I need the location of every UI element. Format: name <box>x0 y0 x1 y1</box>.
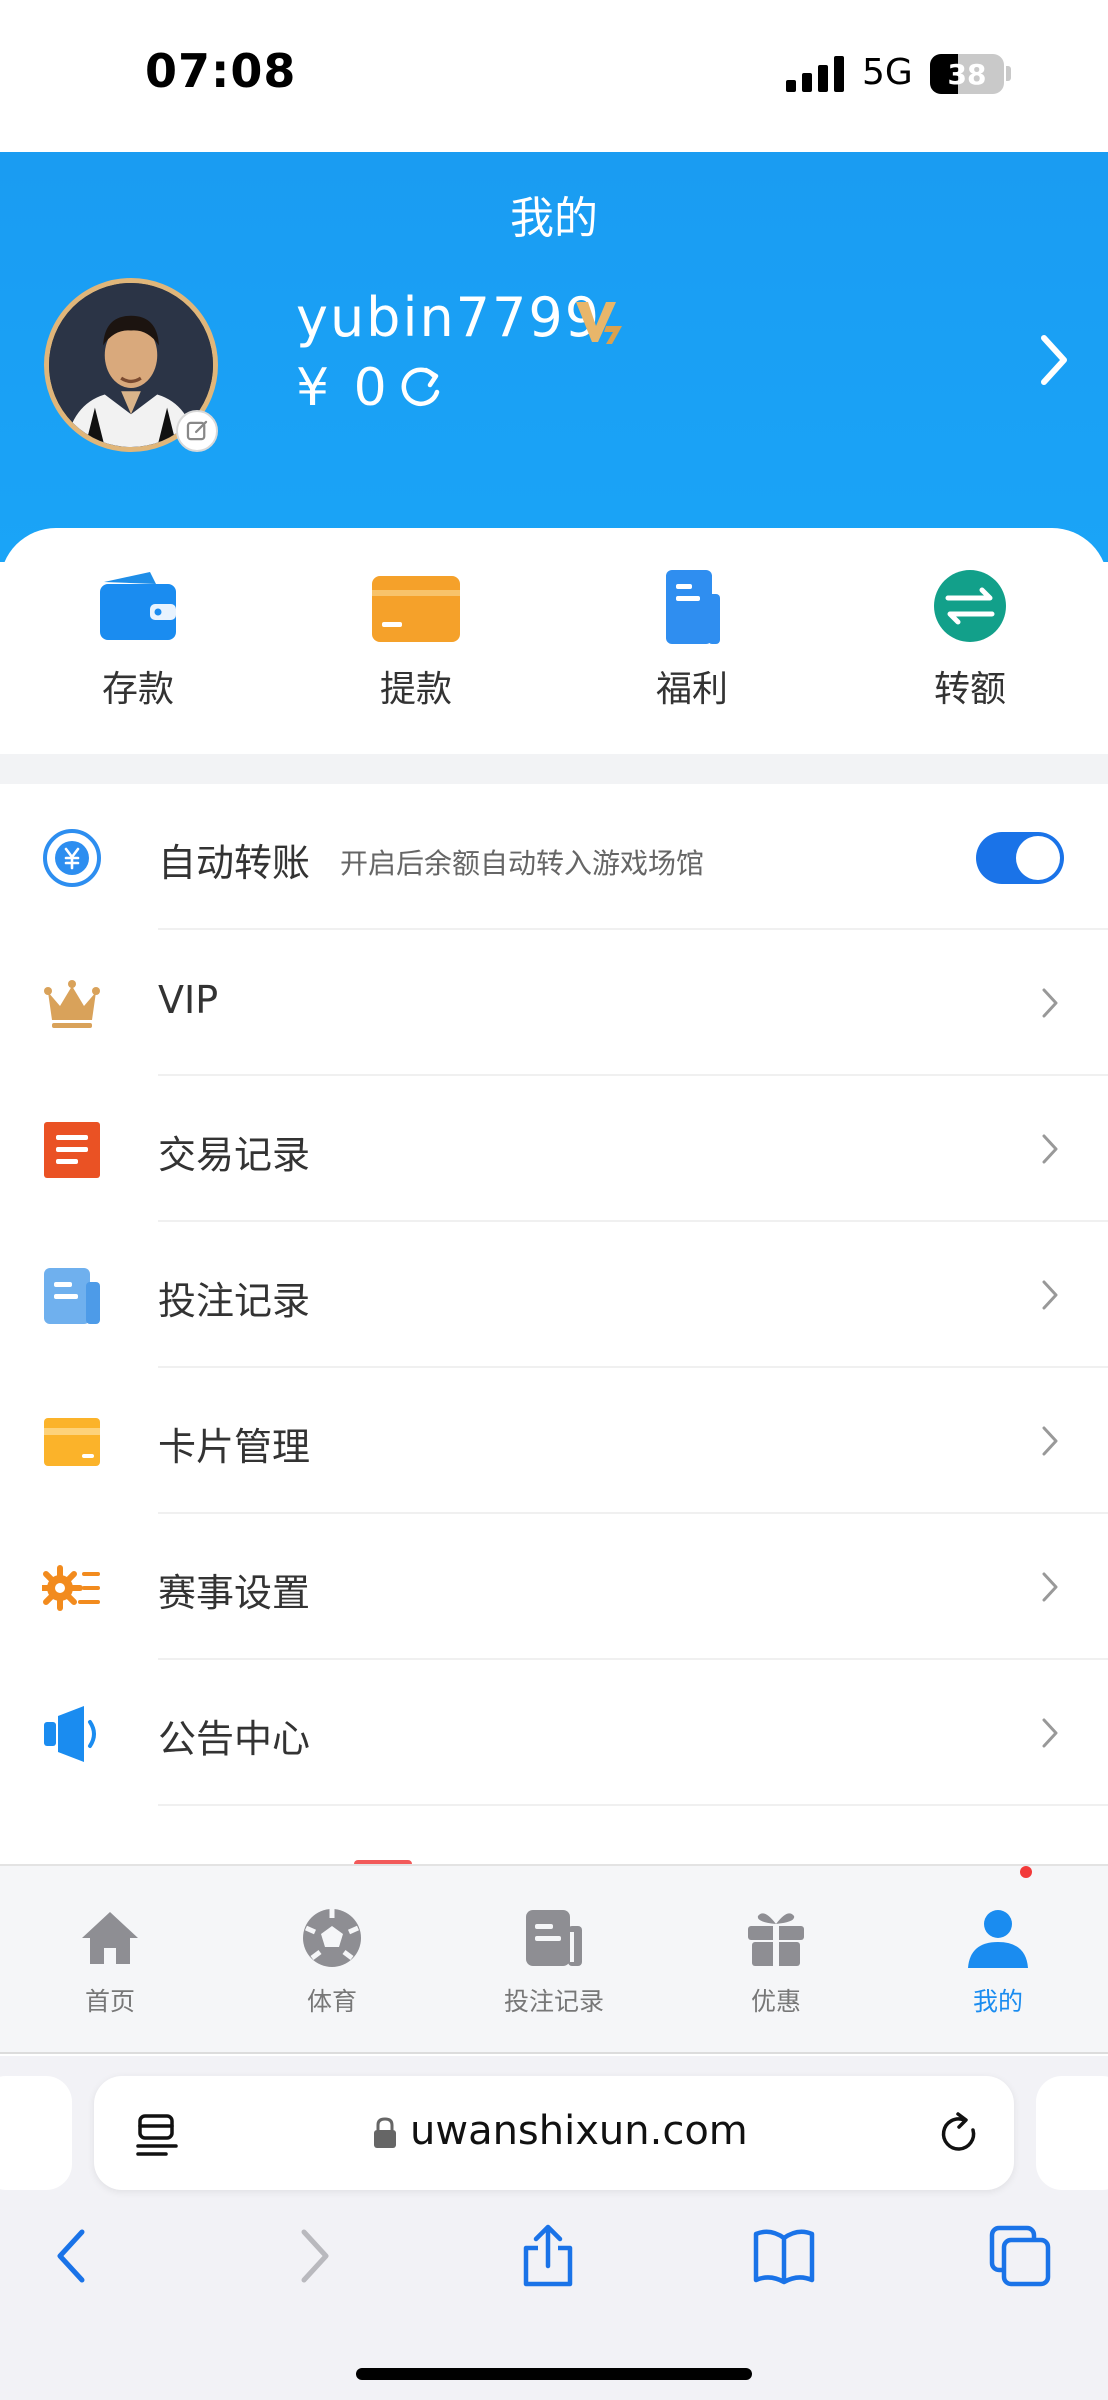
book-icon <box>753 2229 815 2285</box>
chevron-right-icon <box>1042 1718 1058 1748</box>
battery-icon: 38 <box>930 54 1004 94</box>
home-indicator <box>356 2368 752 2380</box>
page-title: 我的 <box>510 193 598 244</box>
card-icon <box>368 568 464 648</box>
menu-row-bet-records[interactable]: 投注记录 <box>0 1222 1108 1368</box>
tab-home[interactable]: 首页 <box>20 1906 200 2026</box>
bottom-tab-bar: 首页 体育 投注记录 优惠 我的 <box>0 1864 1108 2054</box>
auto-transfer-label: 自动转账 <box>158 841 311 885</box>
chevron-right-icon <box>301 2229 329 2283</box>
share-button[interactable] <box>516 2224 580 2288</box>
tab-bet-records[interactable]: 投注记录 <box>464 1906 644 2026</box>
status-time: 07:08 <box>145 44 297 98</box>
bet-records-label: 投注记录 <box>158 1279 311 1323</box>
announcements-label: 公告中心 <box>158 1717 311 1761</box>
settings-gear-icon <box>42 1558 102 1618</box>
tab-sports-label: 体育 <box>306 1987 357 2016</box>
profile-detail-chevron-icon[interactable] <box>1036 332 1072 388</box>
tabs-button[interactable] <box>988 2224 1052 2288</box>
menu-row-transactions[interactable]: 交易记录 <box>0 1076 1108 1222</box>
bet-record-icon <box>42 1266 102 1326</box>
deposit-label: 存款 <box>101 669 174 710</box>
auto-transfer-yuan-icon <box>42 828 102 888</box>
row-divider <box>158 1804 1108 1806</box>
user-icon <box>966 1906 1030 1970</box>
withdraw-label: 提款 <box>379 669 452 710</box>
document-icon <box>644 568 740 648</box>
browser-toolbar: uwanshixun.com <box>0 2056 1108 2400</box>
transaction-list-icon <box>42 1120 102 1180</box>
page-menu-icon[interactable] <box>136 2112 178 2158</box>
reload-icon[interactable] <box>936 2110 982 2158</box>
forward-button[interactable] <box>280 2224 344 2288</box>
soccer-ball-icon <box>300 1906 364 1970</box>
card-management-label: 卡片管理 <box>158 1425 311 1469</box>
tab-promotions-label: 优惠 <box>750 1987 801 2016</box>
menu-row-card-management[interactable]: 卡片管理 <box>0 1368 1108 1514</box>
toggle-knob <box>1016 836 1060 880</box>
home-icon <box>78 1906 142 1970</box>
edit-avatar-icon[interactable] <box>176 410 218 452</box>
status-bar: 07:08 5G 38 <box>0 0 1108 152</box>
tab-bet-records-label: 投注记录 <box>503 1987 604 2016</box>
transfer-icon <box>922 568 1018 648</box>
network-type: 5G <box>862 52 913 93</box>
welfare-label: 福利 <box>655 669 728 710</box>
section-divider <box>0 754 1108 784</box>
previous-tab-preview[interactable] <box>0 2076 72 2190</box>
refresh-balance-icon[interactable] <box>394 362 446 414</box>
chevron-right-icon <box>1042 1280 1058 1310</box>
tabs-icon <box>989 2225 1051 2287</box>
transactions-label: 交易记录 <box>158 1133 311 1177</box>
back-button[interactable] <box>42 2224 106 2288</box>
bet-slip-icon <box>522 1906 586 1970</box>
gift-icon <box>744 1906 808 1970</box>
url-text[interactable]: uwanshixun.com <box>410 2108 748 2154</box>
match-settings-label: 赛事设置 <box>158 1571 311 1615</box>
tab-mine[interactable]: 我的 <box>908 1906 1088 2026</box>
auto-transfer-toggle[interactable] <box>976 832 1064 884</box>
chevron-right-icon <box>1042 1426 1058 1456</box>
tab-home-label: 首页 <box>84 1987 135 2016</box>
tab-mine-label: 我的 <box>972 1987 1023 2016</box>
vip-level-badge-icon <box>576 302 622 344</box>
lock-icon <box>374 2117 396 2148</box>
menu-row-match-settings[interactable]: 赛事设置 <box>0 1514 1108 1660</box>
deposit-button[interactable]: 存款 <box>38 568 238 728</box>
withdraw-button[interactable]: 提款 <box>316 568 516 728</box>
tab-sports[interactable]: 体育 <box>242 1906 422 2026</box>
balance: ¥ 0 <box>296 358 391 418</box>
battery-tip <box>1006 66 1011 81</box>
menu-row-auto-transfer: 自动转账 开启后余额自动转入游戏场馆 <box>0 784 1108 930</box>
share-icon <box>523 2224 573 2287</box>
next-tab-preview[interactable] <box>1036 2076 1108 2190</box>
address-bar[interactable]: uwanshixun.com <box>94 2076 1014 2190</box>
transfer-label: 转额 <box>933 669 1006 710</box>
transfer-button[interactable]: 转额 <box>870 568 1070 728</box>
crown-icon <box>42 974 102 1034</box>
chevron-right-icon <box>1042 1572 1058 1602</box>
chevron-left-icon <box>57 2229 85 2283</box>
vip-label: VIP <box>158 978 219 1022</box>
wallet-icon <box>90 568 186 648</box>
username: yubin7799 <box>296 286 602 349</box>
profile-header: 我的 yubin7799 ¥ 0 <box>0 152 1108 562</box>
bookmarks-button[interactable] <box>752 2224 816 2288</box>
chevron-right-icon <box>1042 988 1058 1018</box>
menu-row-announcements[interactable]: 公告中心 <box>0 1660 1108 1806</box>
bank-card-icon <box>42 1412 102 1472</box>
welfare-button[interactable]: 福利 <box>592 568 792 728</box>
quick-actions: 存款 提款 福利 转额 <box>0 528 1108 754</box>
auto-transfer-description: 开启后余额自动转入游戏场馆 <box>340 847 705 880</box>
tab-promotions[interactable]: 优惠 <box>686 1906 866 2026</box>
announcement-icon <box>42 1704 102 1764</box>
chevron-right-icon <box>1042 1134 1058 1164</box>
notification-dot <box>1020 1866 1032 1878</box>
cellular-signal-icon <box>786 56 844 92</box>
menu-row-vip[interactable]: VIP <box>0 930 1108 1076</box>
battery-percent: 38 <box>947 58 987 91</box>
